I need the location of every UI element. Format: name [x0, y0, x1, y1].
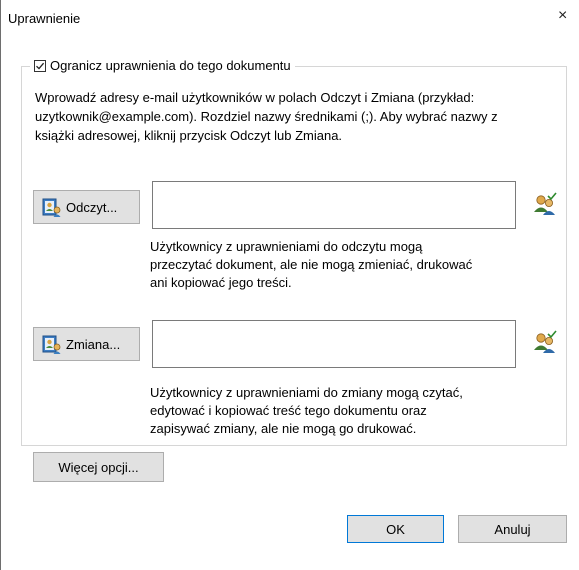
permission-dialog: Uprawnienie × Ogranicz uprawnienia do te…	[0, 0, 579, 570]
dialog-border	[0, 0, 1, 570]
more-options-label: Więcej opcji...	[58, 459, 139, 475]
change-help-text: Użytkownicy z uprawnieniami do zmiany mo…	[150, 384, 463, 438]
restrict-checkbox[interactable]	[34, 59, 46, 72]
read-users-input[interactable]	[152, 181, 516, 229]
instructions-line: uzytkownik@example.com). Rozdziel nazwy …	[35, 109, 498, 124]
cancel-button[interactable]: Anuluj	[458, 515, 567, 543]
address-book-icon	[42, 335, 61, 354]
instructions-line: książki adresowej, kliknij przycisk Odcz…	[35, 128, 343, 143]
read-button[interactable]: Odczyt...	[33, 190, 140, 224]
ok-button[interactable]: OK	[347, 515, 444, 543]
instructions-line: Wprowadź adresy e-mail użytkowników w po…	[35, 90, 475, 105]
change-button-label: Zmiana...	[66, 336, 121, 352]
check-names-icon	[534, 192, 557, 215]
help-line: ani kopiować jego treści.	[150, 275, 292, 290]
restrict-checkbox-row[interactable]: Ogranicz uprawnienia do tego dokumentu	[30, 58, 295, 73]
help-line: przeczytać dokument, ale nie mogą zmieni…	[150, 257, 473, 272]
close-icon[interactable]: ×	[558, 8, 574, 24]
more-options-button[interactable]: Więcej opcji...	[33, 452, 164, 482]
help-line: edytować i kopiować treść tego dokumentu…	[150, 403, 427, 418]
help-line: zapisywać zmiany, ale nie mogą go drukow…	[150, 421, 417, 436]
read-button-label: Odczyt...	[66, 199, 118, 215]
restrict-label: Ogranicz uprawnienia do tego dokumentu	[50, 58, 291, 73]
change-users-input[interactable]	[152, 320, 516, 368]
read-check-names-button[interactable]	[529, 189, 559, 219]
help-line: Użytkownicy z uprawnieniami do odczytu m…	[150, 239, 423, 254]
check-names-icon	[534, 330, 557, 353]
address-book-icon	[42, 198, 61, 217]
cancel-label: Anuluj	[494, 521, 531, 537]
ok-label: OK	[386, 521, 405, 537]
change-check-names-button[interactable]	[529, 327, 559, 357]
dialog-title: Uprawnienie	[8, 11, 81, 26]
checkmark-icon	[36, 62, 45, 70]
read-help-text: Użytkownicy z uprawnieniami do odczytu m…	[150, 238, 472, 292]
change-button[interactable]: Zmiana...	[33, 327, 140, 361]
instructions-text: Wprowadź adresy e-mail użytkowników w po…	[35, 88, 555, 145]
help-line: Użytkownicy z uprawnieniami do zmiany mo…	[150, 385, 463, 400]
